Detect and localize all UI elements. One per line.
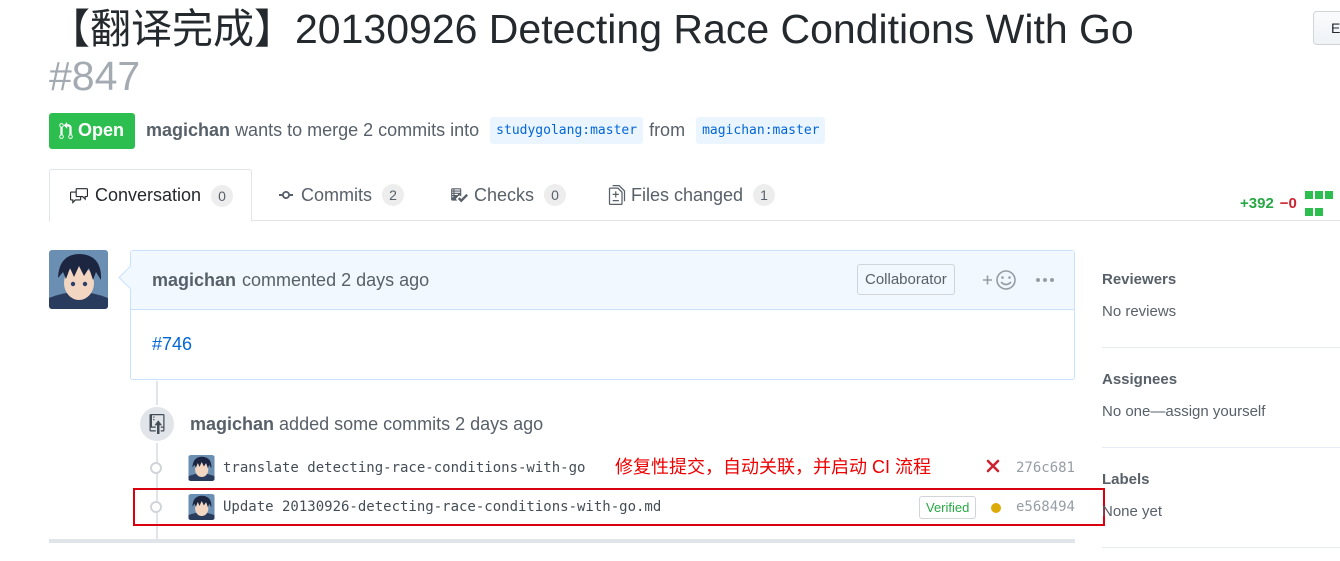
from-text: from <box>649 120 686 140</box>
add-reaction-icon[interactable] <box>981 269 1019 291</box>
commit-avatar[interactable] <box>188 494 215 520</box>
diffstat-blocks <box>1303 186 1340 220</box>
commit-sha-link[interactable]: 276c681 <box>1016 460 1075 476</box>
push-event-text: magichan added some commits 2 days ago <box>190 414 543 435</box>
pending-status-icon[interactable] <box>991 503 1001 513</box>
tab-files-changed[interactable]: Files changed 1 <box>608 169 776 221</box>
tab-commits-label: Commits <box>301 184 372 205</box>
merge-description: magichan wants to merge 2 commits into s… <box>146 117 831 144</box>
tab-conversation-count: 0 <box>211 184 234 207</box>
open-state-badge: Open <box>49 112 136 149</box>
reviewers-title[interactable]: Reviewers <box>1102 271 1340 288</box>
comment-discussion-icon <box>70 187 88 204</box>
commit-row-highlighted: Update 20130926-detecting-race-condition… <box>133 488 1105 526</box>
tab-conversation-label: Conversation <box>95 185 202 205</box>
tab-conversation[interactable]: Conversation 0 <box>49 169 253 222</box>
pr-title: 【翻译完成】20130926 Detecting Race Conditions… <box>49 6 1139 100</box>
labels-value: None yet <box>1102 503 1163 520</box>
git-commit-icon <box>279 191 293 199</box>
pr-author-link[interactable]: magichan <box>146 120 230 141</box>
verified-badge[interactable]: Verified <box>919 496 977 519</box>
sidebar-labels: Labels None yet <box>1102 471 1340 548</box>
open-state-label: Open <box>78 120 125 140</box>
issue-reference-link[interactable]: #746 <box>152 334 192 354</box>
base-branch[interactable]: studygolang:master <box>490 117 644 144</box>
tab-checks[interactable]: Checks 0 <box>449 169 567 221</box>
head-branch[interactable]: magichan:master <box>696 117 826 144</box>
diffstat[interactable]: +392 −0 <box>1240 186 1340 220</box>
collaborator-badge: Collaborator <box>857 264 955 295</box>
diffstat-additions: +392 <box>1240 194 1274 212</box>
avatar[interactable] <box>49 250 108 309</box>
tab-checks-count: 0 <box>544 184 567 206</box>
diffstat-deletions: −0 <box>1279 194 1297 212</box>
commit-dot-icon <box>150 462 162 474</box>
checklist-icon <box>451 188 468 203</box>
tab-files-changed-label: Files changed <box>631 184 744 205</box>
reviewers-value: No reviews <box>1102 303 1177 320</box>
push-author-link[interactable]: magichan <box>190 414 274 434</box>
commit-row: translate detecting-race-conditions-with… <box>133 449 1105 487</box>
sidebar-reviewers: Reviewers No reviews <box>1102 271 1340 348</box>
git-pull-request-icon <box>59 121 73 139</box>
push-event-description: added some commits 2 days ago <box>279 414 544 434</box>
timeline-divider <box>49 539 1075 543</box>
kebab-horizontal-icon[interactable] <box>1035 277 1055 283</box>
pr-number: #847 <box>49 53 141 99</box>
edit-button[interactable]: Edit <box>1313 11 1340 45</box>
commit-sha-link[interactable]: e568494 <box>1016 499 1075 515</box>
commit-message-link[interactable]: translate detecting-race-conditions-with… <box>223 460 585 476</box>
comment-body: #746 <box>131 310 1074 379</box>
pr-tabs: Conversation 0 Commits 2 Checks 0 Files … <box>49 169 1340 222</box>
file-diff-icon <box>608 185 626 205</box>
tab-files-changed-count: 1 <box>753 184 776 206</box>
annotation-text: 修复性提交，自动关联，并启动 CI 流程 <box>615 457 932 477</box>
comment-box: magichan commented 2 days ago Collaborat… <box>130 250 1075 380</box>
commit-message-link[interactable]: Update 20130926-detecting-race-condition… <box>223 499 661 515</box>
tab-commits[interactable]: Commits 2 <box>276 169 404 221</box>
comment-author-link[interactable]: magichan <box>152 270 236 291</box>
comment-timestamp[interactable]: commented 2 days ago <box>242 270 429 291</box>
sidebar-assignees: Assignees No one—assign yourself <box>1102 371 1340 448</box>
tab-checks-label: Checks <box>474 184 535 205</box>
assignees-value[interactable]: No one—assign yourself <box>1102 403 1340 420</box>
repo-push-icon <box>138 405 176 443</box>
pr-title-text: 【翻译完成】20130926 Detecting Race Conditions… <box>49 6 1134 52</box>
assignees-title[interactable]: Assignees <box>1102 371 1340 388</box>
x-failure-icon[interactable] <box>986 459 1000 473</box>
pr-state-row: Open magichan wants to merge 2 commits i… <box>49 112 831 149</box>
tab-commits-count: 2 <box>382 184 404 206</box>
commit-avatar[interactable] <box>188 455 215 481</box>
labels-title[interactable]: Labels <box>1102 471 1340 488</box>
merge-text: wants to merge 2 commits into <box>235 120 480 140</box>
comment-header: magichan commented 2 days ago Collaborat… <box>131 251 1074 310</box>
commit-dot-icon <box>150 501 162 513</box>
